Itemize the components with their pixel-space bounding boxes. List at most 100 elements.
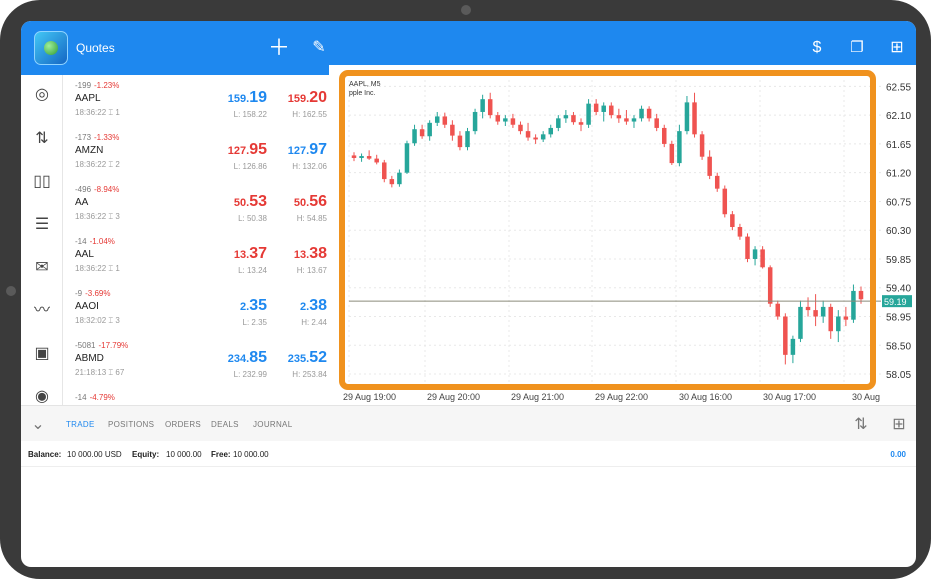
quote-change: -199 -1.23% — [75, 81, 120, 90]
quote-symbol: ABMD — [75, 353, 104, 364]
mail-icon[interactable]: ✉ — [30, 256, 54, 280]
candle-body — [533, 137, 538, 140]
price-axis-label: 62.55 — [886, 82, 911, 93]
sort-icon[interactable]: ⇅ — [850, 414, 872, 436]
candle-body — [472, 111, 478, 132]
plus-icon[interactable]: ＋ — [266, 35, 292, 61]
add-document-icon[interactable]: ⊞ — [888, 414, 910, 436]
current-price-label: 59.19 — [884, 297, 907, 307]
tab-positions[interactable]: POSITIONS — [108, 420, 154, 429]
journal-icon[interactable]: 〰 — [30, 299, 54, 323]
candle-body — [798, 306, 803, 339]
candle-body — [699, 134, 705, 157]
tab-orders[interactable]: ORDERS — [165, 420, 201, 429]
time-axis-label: 29 Aug 20:00 — [427, 392, 480, 402]
free-value: 10 000.00 — [233, 450, 269, 459]
candlestick-chart[interactable]: 59.19 62.55 62.10 61.65 61.20 60.75 60.30 59.85… — [329, 65, 916, 405]
time-axis-label: 30 Aug 16:00 — [679, 392, 732, 402]
candle-body — [578, 122, 584, 125]
price-axis-label: 59.40 — [886, 284, 911, 295]
candle-body — [465, 131, 470, 148]
candle-body — [525, 131, 531, 138]
candle-body — [684, 102, 690, 132]
quote-bid[interactable]: 159.19 — [228, 89, 267, 107]
time-axis-label: 29 Aug 21:00 — [511, 392, 564, 402]
history-icon[interactable]: ☰ — [30, 213, 54, 237]
candle-body — [813, 310, 818, 317]
candle-body — [639, 108, 644, 119]
quote-symbol: AAOI — [75, 301, 99, 312]
candle-body — [427, 122, 432, 137]
quote-ask[interactable]: 2.38 — [300, 297, 327, 315]
candle-body — [692, 102, 697, 135]
quote-ask[interactable]: 159.20 — [288, 89, 327, 107]
price-axis-label: 58.95 — [886, 312, 911, 323]
quote-ask[interactable]: 235.52 — [288, 349, 327, 367]
quote-row-aa[interactable]: -496 -8.94% AA 18:36:22 ⌶ 3 50.53 50.56 L… — [63, 179, 329, 231]
candle-body — [487, 99, 493, 116]
quotes-icon[interactable]: ◎ — [30, 83, 54, 107]
balance-value: 10 000.00 USD — [67, 450, 122, 459]
candle-body — [593, 103, 599, 112]
candle-body — [382, 162, 387, 180]
quote-ask[interactable]: 50.56 — [294, 193, 327, 211]
quote-row-aapl[interactable]: -199 -1.23% AAPL 18:36:22 ⌶ 1 159.19 159.… — [63, 75, 329, 127]
candle-body — [722, 188, 728, 215]
quote-ask[interactable]: 13.38 — [294, 245, 327, 263]
chart-candles-icon[interactable]: ▯▯ — [30, 170, 54, 194]
tab-trade[interactable]: TRADE — [66, 420, 95, 429]
bag-icon[interactable]: ▣ — [30, 342, 54, 366]
candle-body — [510, 118, 516, 125]
pencil-icon[interactable]: ✎ — [306, 35, 332, 61]
quote-bid[interactable]: 13.37 — [234, 245, 267, 263]
quote-change: -173 -1.33% — [75, 133, 120, 142]
app-logo[interactable] — [34, 31, 68, 65]
quote-row-aaoi[interactable]: -9 -3.69% AAOI 18:32:02 ⌶ 3 2.35 2.38 L: … — [63, 283, 329, 335]
quote-row-amzn[interactable]: -173 -1.33% AMZN 18:36:22 ⌶ 2 127.95 127.… — [63, 127, 329, 179]
price-axis-label: 58.50 — [886, 341, 911, 352]
price-axis-label: 61.20 — [886, 169, 911, 180]
equity-label: Equity: — [132, 450, 160, 459]
quote-bid[interactable]: 127.95 — [228, 141, 267, 159]
quote-bid[interactable]: 2.35 — [240, 297, 267, 315]
candle-body — [457, 135, 463, 148]
quote-time: 18:36:22 ⌶ 2 — [75, 160, 120, 169]
quote-bid[interactable]: 234.85 — [228, 349, 267, 367]
tablet-frame: Quotes ＋ ✎ $ ❐ ⊞ ◎ ⇅ ▯▯ ☰ ✉ 〰 ▣ ◉ -199 -1… — [0, 0, 931, 579]
quote-low: L: 158.22 — [233, 110, 267, 119]
quote-symbol: AA — [75, 197, 89, 208]
candle-body — [556, 118, 561, 128]
bottom-tab-bar: ⌄ TRADE POSITIONS ORDERS DEALS JOURNAL ⇅… — [21, 405, 916, 441]
candle-body — [767, 267, 773, 304]
quote-row-partial[interactable]: -14 -4.79% — [63, 387, 329, 405]
candle-body — [843, 316, 849, 320]
quote-high: H: 253.84 — [292, 370, 327, 379]
windows-icon[interactable]: ❐ — [844, 35, 870, 61]
candle-body — [434, 116, 440, 123]
candle-body — [419, 129, 425, 137]
dollar-exchange-icon[interactable]: $ — [804, 35, 830, 61]
quote-row-aal[interactable]: -14 -1.04% AAL 18:36:22 ⌶ 1 13.37 13.38 L… — [63, 231, 329, 283]
quote-ask[interactable]: 127.97 — [288, 141, 327, 159]
quote-time: 18:32:02 ⌶ 3 — [75, 316, 120, 325]
tab-deals[interactable]: DEALS — [211, 420, 239, 429]
quote-time: 18:36:22 ⌶ 1 — [75, 264, 120, 273]
tab-journal[interactable]: JOURNAL — [253, 420, 292, 429]
candle-body — [586, 103, 591, 125]
candle-body — [828, 306, 833, 332]
quote-bid[interactable]: 50.53 — [234, 193, 267, 211]
price-axis-label: 61.65 — [886, 140, 911, 151]
candle-body — [745, 236, 750, 259]
candle-body — [563, 115, 569, 119]
trade-icon[interactable]: ⇅ — [30, 127, 54, 151]
candle-body — [669, 143, 675, 164]
quote-low: L: 13.24 — [238, 266, 267, 275]
price-axis-label: 58.05 — [886, 370, 911, 381]
add-document-icon[interactable]: ⊞ — [884, 35, 910, 61]
collapse-chevron-icon[interactable]: ⌄ — [27, 414, 49, 436]
candle-body — [775, 303, 781, 317]
quote-row-abmd[interactable]: -5081 -17.79% ABMD 21:18:13 ⌶ 67 234.85 2… — [63, 335, 329, 387]
chart-area[interactable]: 59.19 62.55 62.10 61.65 61.20 60.75 60.30 59.85… — [329, 65, 916, 405]
candle-body — [805, 306, 811, 311]
candle-body — [397, 172, 402, 185]
